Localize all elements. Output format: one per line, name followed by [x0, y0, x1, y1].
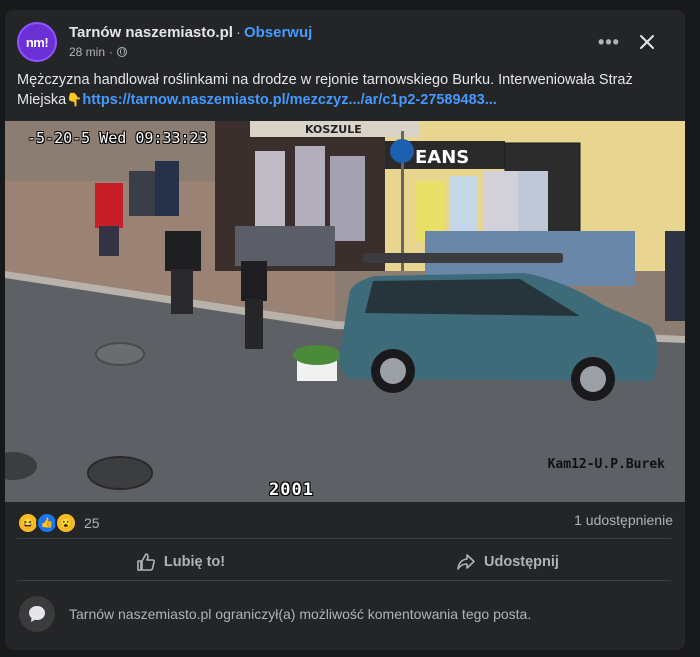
follow-button[interactable]: Obserwuj — [244, 24, 312, 41]
post-link[interactable]: https://tarnow.naszemiasto.pl/mezczyz...… — [82, 92, 496, 108]
post-timestamp[interactable]: 28 min — [69, 45, 105, 59]
thumb-up-icon — [137, 553, 155, 571]
page-name-link[interactable]: Tarnów naszemiasto.pl — [69, 24, 233, 41]
reaction-count[interactable]: 25 — [84, 515, 100, 531]
post-text: Mężczyzna handlował roślinkami na drodze… — [17, 70, 667, 110]
camera-label: Kam12-U.P.Burek — [547, 457, 665, 472]
comments-restricted-notice: Tarnów naszemiasto.pl ograniczył(a) możl… — [19, 596, 673, 632]
shop-sign: KOSZULE — [305, 123, 362, 136]
like-label: Lubię to! — [163, 554, 226, 570]
comment-icon — [19, 596, 55, 632]
jeans-sign: EANS — [415, 147, 469, 168]
wow-icon: 😮 — [55, 512, 77, 534]
post-header: nm! Tarnów naszemiasto.pl · Obserwuj 28 mi… — [17, 22, 673, 62]
reactions-summary[interactable]: 😆 👍 😮 25 — [17, 512, 100, 534]
post-meta: 28 min · — [69, 45, 128, 59]
post-card: nm! Tarnów naszemiasto.pl · Obserwuj 28 mi… — [5, 10, 685, 650]
share-arrow-icon — [457, 554, 475, 570]
share-button[interactable]: Udostępnij — [344, 544, 671, 580]
post-actions: Lubię to! Udostępnij — [17, 544, 671, 580]
page-name-line: Tarnów naszemiasto.pl · Obserwuj — [69, 24, 312, 41]
share-count[interactable]: 1 udostępnienie — [574, 512, 673, 528]
like-button[interactable]: Lubię to! — [17, 544, 344, 580]
cctv-timestamp: -5-20-5 Wed 09:33:23 — [27, 129, 208, 147]
page-avatar[interactable]: nm! — [17, 22, 57, 62]
share-label: Udostępnij — [484, 554, 559, 570]
comments-notice-text: Tarnów naszemiasto.pl ograniczył(a) możl… — [69, 606, 532, 622]
close-icon[interactable] — [631, 26, 663, 58]
meta-separator: · — [109, 45, 114, 59]
globe-icon — [117, 47, 128, 57]
post-image[interactable]: KOSZULE EANS -5-20-5 Wed 09:33:23 Kam12-… — [5, 121, 685, 502]
road-sign-icon — [390, 139, 414, 163]
divider — [17, 538, 671, 539]
separator-dot: · — [235, 24, 241, 41]
more-options-icon[interactable]: ••• — [595, 28, 623, 56]
divider — [17, 580, 671, 581]
cctv-scene: KOSZULE EANS — [5, 121, 685, 502]
frame-number: 2001 — [269, 480, 314, 500]
pointing-hand-icon: 👇 — [66, 92, 83, 107]
